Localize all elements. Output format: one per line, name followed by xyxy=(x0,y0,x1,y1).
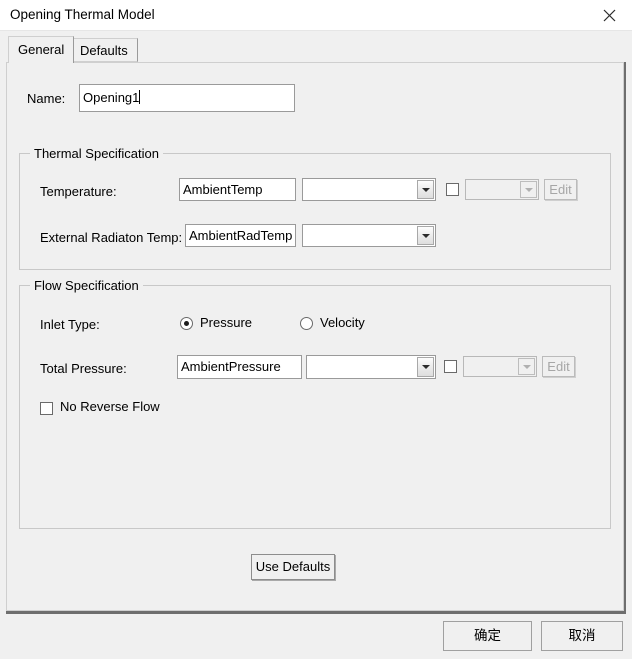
chevron-down-icon xyxy=(421,365,430,369)
temperature-edit-button[interactable]: Edit xyxy=(544,179,577,200)
total-pressure-label: Total Pressure: xyxy=(40,361,127,376)
external-radiation-temp-unit-combo-button[interactable] xyxy=(417,226,434,245)
thermal-specification-title: Thermal Specification xyxy=(30,146,163,161)
external-radiation-temp-input[interactable]: AmbientRadTemp xyxy=(185,224,296,247)
close-icon xyxy=(603,9,616,22)
total-pressure-edit-button[interactable]: Edit xyxy=(542,356,575,377)
total-pressure-unit-combo-button[interactable] xyxy=(417,357,434,377)
tab-general[interactable]: General xyxy=(8,36,75,63)
chevron-down-icon xyxy=(421,233,430,238)
temperature-extra-combo-button[interactable] xyxy=(520,181,537,198)
temperature-input[interactable]: AmbientTemp xyxy=(179,178,296,201)
use-defaults-button[interactable]: Use Defaults xyxy=(251,554,335,580)
thermal-specification-group: Thermal Specification Temperature: Ambie… xyxy=(19,146,611,270)
external-radiation-temp-value: AmbientRadTemp xyxy=(189,228,293,243)
temperature-unit-combo[interactable] xyxy=(302,178,436,201)
total-pressure-unit-combo[interactable] xyxy=(306,355,436,379)
total-pressure-extra-combo-button[interactable] xyxy=(518,358,535,375)
total-pressure-extra-checkbox[interactable] xyxy=(444,360,457,373)
name-label: Name: xyxy=(27,91,66,106)
panel-shadow-right xyxy=(624,62,626,613)
radio-pressure-dot xyxy=(184,321,189,326)
chevron-down-icon xyxy=(524,187,533,192)
window-title: Opening Thermal Model xyxy=(10,7,155,22)
no-reverse-flow-checkbox[interactable] xyxy=(40,402,53,415)
tab-defaults[interactable]: Defaults xyxy=(70,38,138,62)
title-bar: Opening Thermal Model xyxy=(0,0,632,31)
radio-pressure[interactable] xyxy=(180,317,193,330)
total-pressure-input[interactable]: AmbientPressure xyxy=(177,355,302,379)
radio-velocity[interactable] xyxy=(300,317,313,330)
text-caret xyxy=(139,90,141,104)
name-input[interactable]: Opening1 xyxy=(79,84,295,112)
temperature-value: AmbientTemp xyxy=(183,182,263,197)
tab-panel-general: Name: Opening1 Thermal Specification Tem… xyxy=(6,62,624,611)
temperature-extra-checkbox[interactable] xyxy=(446,183,459,196)
external-radiation-temp-label: External Radiaton Temp: xyxy=(40,230,183,245)
cancel-button[interactable]: 取消 xyxy=(541,621,623,651)
radio-velocity-label[interactable]: Velocity xyxy=(320,315,365,330)
no-reverse-flow-label[interactable]: No Reverse Flow xyxy=(60,399,160,414)
temperature-extra-combo[interactable] xyxy=(465,179,539,200)
close-button[interactable] xyxy=(587,0,632,30)
name-input-value: Opening1 xyxy=(83,90,140,105)
radio-pressure-label[interactable]: Pressure xyxy=(200,315,252,330)
flow-specification-title: Flow Specification xyxy=(30,278,143,293)
external-radiation-temp-unit-combo[interactable] xyxy=(302,224,436,247)
ok-button[interactable]: 确定 xyxy=(443,621,532,651)
chevron-down-icon xyxy=(421,187,430,192)
total-pressure-extra-combo[interactable] xyxy=(463,356,537,377)
temperature-label: Temperature: xyxy=(40,184,117,199)
panel-shadow-bottom xyxy=(6,611,626,614)
chevron-down-icon xyxy=(522,364,531,369)
temperature-unit-combo-button[interactable] xyxy=(417,180,434,199)
inlet-type-label: Inlet Type: xyxy=(40,317,100,332)
total-pressure-value: AmbientPressure xyxy=(181,359,281,374)
flow-specification-group: Flow Specification Inlet Type: Pressure … xyxy=(19,278,611,529)
